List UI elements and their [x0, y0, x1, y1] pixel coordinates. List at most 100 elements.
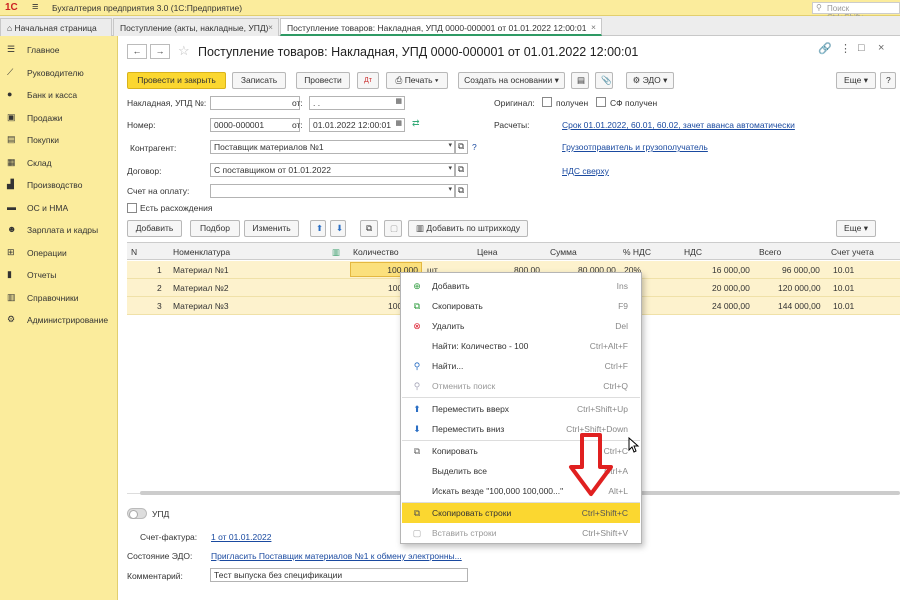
post-and-close-button[interactable]: Провести и закрыть — [127, 72, 226, 89]
structure-icon[interactable]: ▤ — [571, 72, 589, 89]
received-checkbox[interactable] — [542, 97, 552, 107]
dt-kt-icon[interactable]: Дт — [357, 72, 379, 89]
sf-received-checkbox[interactable] — [596, 97, 606, 107]
attachment-icon[interactable]: 📎 — [595, 72, 613, 89]
invoice-link[interactable]: 1 от 01.01.2022 — [211, 532, 271, 542]
change-button[interactable]: Изменить — [244, 220, 299, 237]
menu-item-paste-rows[interactable]: ▢ Вставить строки Ctrl+Shift+V — [402, 523, 640, 543]
copy-rows-button-icon[interactable]: ⧉ — [360, 220, 378, 237]
tab-receipt-document[interactable]: Поступление товаров: Накладная, УПД 0000… — [280, 18, 602, 36]
calendar-icon[interactable]: ▦ — [395, 97, 402, 105]
favorite-star-icon[interactable]: ☆ — [178, 43, 190, 59]
col-n[interactable]: N — [131, 247, 137, 257]
settlements-label: Расчеты: — [494, 120, 530, 130]
number-date-field[interactable]: 01.01.2022 12:00:01 ▦ — [309, 118, 405, 132]
sidebar-item-assets[interactable]: ▬ ОС и НМА — [0, 198, 118, 218]
sidebar-item-salary[interactable]: ☻ Зарплата и кадры — [0, 220, 118, 240]
history-icon[interactable]: ⇄ — [412, 118, 420, 129]
discrepancy-checkbox[interactable] — [127, 203, 137, 213]
sidebar-item-main[interactable]: ☰ Главное — [0, 40, 118, 60]
table-more-button[interactable]: Еще ▾ — [836, 220, 876, 237]
sidebar-item-operations[interactable]: ⊞ Операции — [0, 243, 118, 263]
create-based-on-button[interactable]: Создать на основании ▾ — [458, 72, 565, 89]
col-sum[interactable]: Сумма — [550, 247, 577, 257]
col-total[interactable]: Всего — [759, 247, 781, 257]
add-by-barcode-button[interactable]: ▥ Добавить по штрихкоду — [408, 220, 528, 237]
open-contract-icon[interactable]: ⧉ — [455, 163, 468, 177]
menu-item-delete[interactable]: ⊗ Удалить Del — [402, 316, 640, 336]
link-icon[interactable]: 🔗 — [818, 42, 832, 55]
menu-item-copy-rows[interactable]: ⧉ Скопировать строки Ctrl+Shift+C — [402, 503, 640, 523]
close-icon[interactable]: × — [268, 22, 273, 32]
consignor-link[interactable]: Грузоотправитель и грузополучатель — [562, 142, 708, 152]
invoice-number-label: Накладная, УПД №: — [127, 98, 207, 108]
open-contractor-icon[interactable]: ⧉ — [455, 140, 468, 154]
edo-state-label: Состояние ЭДО: — [127, 551, 193, 561]
sidebar-item-warehouse[interactable]: ▦ Склад — [0, 153, 118, 173]
upd-toggle[interactable] — [127, 508, 147, 519]
close-icon[interactable]: × — [591, 22, 596, 32]
tab-home[interactable]: ⌂ Начальная страница — [0, 18, 112, 36]
dropdown-icon[interactable]: ▾ — [448, 185, 452, 193]
print-button[interactable]: ⎙ Печать ▾ — [386, 72, 448, 89]
col-vat-rate[interactable]: % НДС — [623, 247, 651, 257]
contractor-field[interactable]: Поставщик материалов №1 ▾ — [210, 140, 455, 154]
menu-item-cancel-search[interactable]: ⚲ Отменить поиск Ctrl+Q — [402, 376, 640, 396]
vat-link[interactable]: НДС сверху — [562, 166, 609, 176]
post-button[interactable]: Провести — [296, 72, 350, 89]
open-payment-icon[interactable]: ⧉ — [455, 184, 468, 198]
help-button[interactable]: ? — [880, 72, 896, 89]
expand-icon[interactable]: □ — [858, 42, 865, 54]
menu-item-move-up[interactable]: ⬆ Переместить вверх Ctrl+Shift+Up — [402, 399, 640, 419]
main-menu-icon[interactable]: ≡ — [32, 1, 38, 13]
more-icon[interactable]: ⋮ — [840, 42, 851, 55]
col-account[interactable]: Счет учета — [831, 247, 874, 257]
comment-field[interactable]: Тест выпуска без спецификации — [210, 568, 468, 582]
menu-item-find[interactable]: ⚲ Найти... Ctrl+F — [402, 356, 640, 376]
dropdown-icon[interactable]: ▾ — [448, 164, 452, 172]
people-icon: ☻ — [7, 224, 17, 234]
col-item[interactable]: Номенклатура — [173, 247, 230, 257]
help-icon[interactable]: ? — [472, 142, 477, 152]
calendar-icon[interactable]: ▦ — [395, 119, 402, 127]
menu-item-add[interactable]: ⊕ Добавить Ins — [402, 276, 640, 296]
move-down-icon[interactable]: ⬇ — [330, 220, 346, 237]
menu-item-find-value[interactable]: Найти: Количество - 100 Ctrl+Alt+F — [402, 336, 640, 356]
sidebar-item-production[interactable]: ▟ Производство — [0, 175, 118, 195]
sidebar-item-reports[interactable]: ▮ Отчеты — [0, 265, 118, 285]
sidebar-item-admin[interactable]: ⚙ Администрирование — [0, 310, 118, 330]
arrow-down-icon: ⬇ — [413, 424, 421, 434]
back-button[interactable]: ← — [127, 44, 147, 59]
dropdown-icon[interactable]: ▾ — [448, 141, 452, 149]
close-icon[interactable]: × — [878, 42, 884, 54]
sidebar-item-sales[interactable]: ▣ Продажи — [0, 108, 118, 128]
contract-field[interactable]: С поставщиком от 01.01.2022 ▾ — [210, 163, 455, 177]
paste-rows-button-icon[interactable]: ▢ — [384, 220, 402, 237]
edo-button[interactable]: ⚙ ЭДО ▾ — [626, 72, 674, 89]
select-button[interactable]: Подбор — [190, 220, 240, 237]
more-button[interactable]: Еще ▾ — [836, 72, 876, 89]
arrow-up-icon: ⬆ — [413, 404, 421, 414]
number-field[interactable]: 0000-000001 — [210, 118, 300, 132]
tab-receipts-list[interactable]: Поступление (акты, накладные, УПД) × — [113, 18, 279, 36]
move-up-icon[interactable]: ⬆ — [310, 220, 326, 237]
columns-settings-icon[interactable]: ▥ — [332, 247, 340, 258]
col-price[interactable]: Цена — [477, 247, 497, 257]
sidebar-item-manager[interactable]: ⟋ Руководителю — [0, 63, 118, 83]
sidebar-item-purchases[interactable]: ▤ Покупки — [0, 130, 118, 150]
sidebar-item-catalogs[interactable]: ▥ Справочники — [0, 288, 118, 308]
edo-state-link[interactable]: Пригласить Поставщик материалов №1 к обм… — [211, 551, 462, 561]
col-vat[interactable]: НДС — [684, 247, 702, 257]
menu-item-copy[interactable]: ⧉ Скопировать F9 — [402, 296, 640, 316]
sidebar-item-bank[interactable]: ● Банк и касса — [0, 85, 118, 105]
search-input[interactable]: ⚲Поиск Ctrl+Shift+ — [812, 2, 900, 22]
save-button[interactable]: Записать — [232, 72, 286, 89]
invoice-number-field[interactable] — [210, 96, 300, 110]
invoice-date-field[interactable]: . . ▦ — [309, 96, 405, 110]
add-row-button[interactable]: Добавить — [127, 220, 182, 237]
payment-account-field[interactable]: ▾ — [210, 184, 455, 198]
settlements-link[interactable]: Срок 01.01.2022, 60.01, 60.02, зачет ава… — [562, 120, 795, 130]
paste-rows-icon: ▢ — [412, 528, 422, 538]
forward-button[interactable]: → — [150, 44, 170, 59]
col-qty[interactable]: Количество — [353, 247, 399, 257]
